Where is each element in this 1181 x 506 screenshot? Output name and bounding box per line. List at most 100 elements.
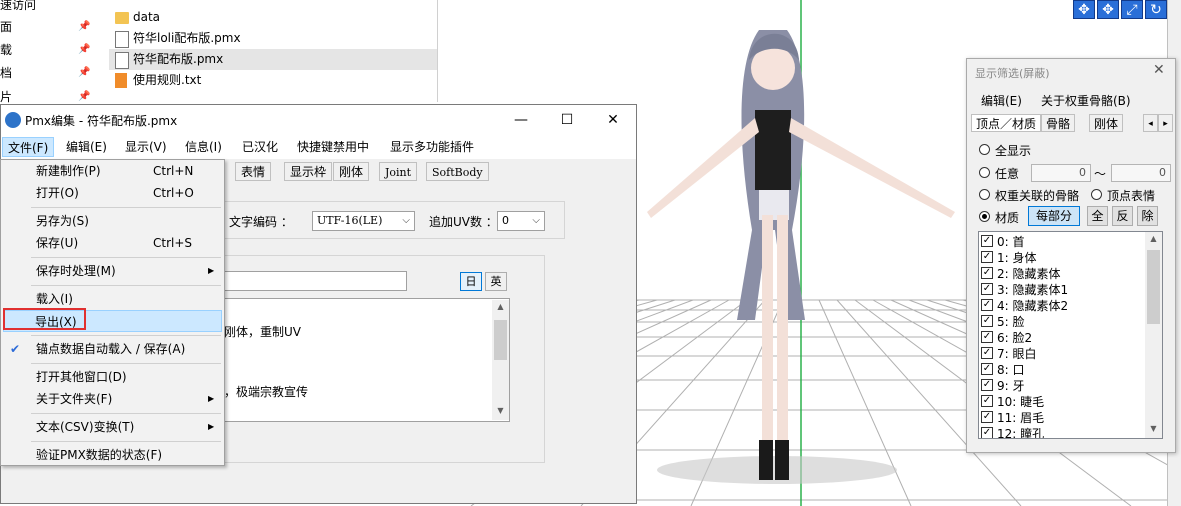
material-checkbox[interactable]: ✓ xyxy=(981,283,993,295)
close-button[interactable]: ✕ xyxy=(590,105,636,135)
invert-button[interactable]: 反 xyxy=(1112,206,1133,226)
menu-item-validate[interactable]: 验证PMX数据的状态(F) xyxy=(3,444,222,466)
menu-item-import[interactable]: 载入(I) xyxy=(3,288,222,310)
tab-display-frame[interactable]: 显示枠 xyxy=(284,162,333,181)
minimize-button[interactable]: — xyxy=(498,105,544,135)
tab-scroll-left-icon[interactable]: ◂ xyxy=(1143,114,1158,132)
scroll-up-icon[interactable]: ▲ xyxy=(492,302,509,311)
material-checkbox[interactable]: ✓ xyxy=(981,395,993,407)
tab-joint[interactable]: Joint xyxy=(379,162,418,181)
encoding-select[interactable]: UTF-16(LE) ⌵ xyxy=(312,211,415,231)
select-all-button[interactable]: 全 xyxy=(1087,206,1108,226)
weight-bones-label: 权重关联的骨骼 xyxy=(995,189,1080,203)
move-view-icon[interactable]: ✥ xyxy=(1073,0,1095,19)
range-separator: ～ xyxy=(1094,167,1107,181)
menu-item-save[interactable]: 保存(U) Ctrl+S xyxy=(3,232,222,254)
material-checkbox[interactable]: ✓ xyxy=(981,299,993,311)
model-comment-textarea[interactable]: 刚体，重制UV ，极端宗教宣传 ▲ ▼ xyxy=(223,298,510,422)
material-checkbox[interactable]: ✓ xyxy=(981,251,993,263)
menu-file[interactable]: 文件(F) xyxy=(2,137,55,157)
menu-item-anchor-autoload[interactable]: ✔ 锚点数据自动载入 / 保存(A) xyxy=(3,338,222,360)
file-row-pmx[interactable]: 符华配布版.pmx xyxy=(109,49,437,70)
menu-item-new[interactable]: 新建制作(P) Ctrl+N xyxy=(3,160,222,182)
radio-vertex-morph[interactable] xyxy=(1091,189,1102,200)
menu-localized[interactable]: 已汉化 xyxy=(237,137,283,157)
filter-tab-vertex-material[interactable]: 顶点／材质 xyxy=(971,114,1042,132)
file-row-txt[interactable]: 使用规则.txt xyxy=(109,70,437,91)
menu-shortcut-disabled[interactable]: 快捷键禁用中 xyxy=(292,137,374,157)
tab-morph[interactable]: 表情 xyxy=(235,162,272,181)
menu-info[interactable]: 信息(I) xyxy=(180,137,227,157)
material-checkbox[interactable]: ✓ xyxy=(981,363,993,375)
material-label: 5: 脸 xyxy=(997,315,1025,329)
range-from-input[interactable]: 0 xyxy=(1031,164,1091,182)
menu-bar: 文件(F) 编辑(E) 显示(V) 信息(I) 已汉化 快捷键禁用中 显示多功能… xyxy=(1,135,636,159)
material-label: 8: 口 xyxy=(997,363,1025,377)
menu-item-about-folder[interactable]: 关于文件夹(F) ▶ xyxy=(3,388,222,410)
range-to-input[interactable]: 0 xyxy=(1111,164,1171,182)
radio-any[interactable] xyxy=(979,167,990,178)
zoom-view-icon[interactable]: ⤢ xyxy=(1121,0,1143,19)
filter-tab-rigidbody[interactable]: 刚体 xyxy=(1089,114,1124,132)
material-checkbox[interactable]: ✓ xyxy=(981,347,993,359)
show-all-label: 全显示 xyxy=(995,144,1032,158)
radio-weight-bones[interactable] xyxy=(979,189,990,200)
nav-item-downloads[interactable]: 载 xyxy=(0,39,12,61)
scroll-thumb[interactable] xyxy=(494,320,507,360)
material-list-scrollbar[interactable]: ▲ ▼ xyxy=(1145,232,1162,438)
tab-rigidbody[interactable]: 刚体 xyxy=(333,162,370,181)
scroll-up-icon[interactable]: ▲ xyxy=(1145,234,1162,243)
menu-item-save-processing[interactable]: 保存时处理(M) ▶ xyxy=(3,260,222,282)
material-label: 1: 身体 xyxy=(997,251,1037,265)
file-row-data[interactable]: data xyxy=(109,7,437,28)
nav-item-desktop[interactable]: 面 xyxy=(0,16,12,38)
tab-softbody[interactable]: SoftBody xyxy=(426,162,489,181)
each-part-button[interactable]: 每部分 xyxy=(1028,206,1080,226)
menu-plugins[interactable]: 显示多功能插件 xyxy=(385,137,479,157)
nav-item-documents[interactable]: 档 xyxy=(0,62,12,84)
scroll-down-icon[interactable]: ▼ xyxy=(1145,424,1162,433)
menu-edit[interactable]: 编辑(E) xyxy=(61,137,112,157)
comment-scrollbar[interactable]: ▲ ▼ xyxy=(492,300,509,420)
tab-scroll-right-icon[interactable]: ▸ xyxy=(1158,114,1173,132)
menu-item-open[interactable]: 打开(O) Ctrl+O xyxy=(3,182,222,204)
lang-jp-button[interactable]: 日 xyxy=(460,272,482,291)
material-checkbox[interactable]: ✓ xyxy=(981,267,993,279)
pan-view-icon[interactable]: ✥ xyxy=(1097,0,1119,19)
material-checkbox[interactable]: ✓ xyxy=(981,411,993,423)
model-name-input[interactable] xyxy=(223,271,407,291)
filter-menu-edit[interactable]: 编辑(E) xyxy=(981,92,1022,109)
scroll-thumb[interactable] xyxy=(1147,250,1160,324)
scroll-down-icon[interactable]: ▼ xyxy=(492,406,509,415)
file-row-pmx-loli[interactable]: 符华loli配布版.pmx xyxy=(109,28,437,49)
file-icon xyxy=(115,31,129,48)
maximize-button[interactable]: ☐ xyxy=(544,105,590,135)
material-checkbox[interactable]: ✓ xyxy=(981,315,993,327)
material-label: 6: 脸2 xyxy=(997,331,1033,345)
material-checkbox[interactable]: ✓ xyxy=(981,235,993,247)
title-bar[interactable]: Pmx编集 - 符华配布版.pmx — ☐ ✕ xyxy=(1,105,636,135)
material-label: 11: 眉毛 xyxy=(997,411,1045,425)
lang-en-button[interactable]: 英 xyxy=(485,272,507,291)
material-checkbox[interactable]: ✓ xyxy=(981,331,993,343)
submenu-arrow-icon: ▶ xyxy=(208,394,215,403)
nav-item-quick-access[interactable]: 速访问 xyxy=(0,0,36,16)
menu-separator xyxy=(31,363,221,364)
menu-view[interactable]: 显示(V) xyxy=(120,137,172,157)
filter-tab-bones[interactable]: 骨骼 xyxy=(1041,114,1076,132)
filter-menu-weight-bones[interactable]: 关于权重骨骼(B) xyxy=(1041,92,1131,109)
rotate-view-icon[interactable]: ↻ xyxy=(1145,0,1167,19)
close-icon[interactable]: ✕ xyxy=(1153,62,1165,78)
material-checkbox[interactable]: ✓ xyxy=(981,427,993,438)
text-file-icon xyxy=(115,73,127,88)
menu-item-open-other-window[interactable]: 打开其他窗口(D) xyxy=(3,366,222,388)
menu-item-csv-convert[interactable]: 文本(CSV)变换(T) ▶ xyxy=(3,416,222,438)
material-checkbox[interactable]: ✓ xyxy=(981,379,993,391)
uv-count-select[interactable]: 0 ⌵ xyxy=(497,211,545,231)
radio-material[interactable] xyxy=(979,211,990,222)
menu-item-save-as[interactable]: 另存为(S) xyxy=(3,210,222,232)
chevron-down-icon: ⌵ xyxy=(402,215,410,226)
comment-line: ，极端宗教宣传 xyxy=(224,385,309,399)
radio-show-all[interactable] xyxy=(979,144,990,155)
exclude-button[interactable]: 除 xyxy=(1137,206,1158,226)
